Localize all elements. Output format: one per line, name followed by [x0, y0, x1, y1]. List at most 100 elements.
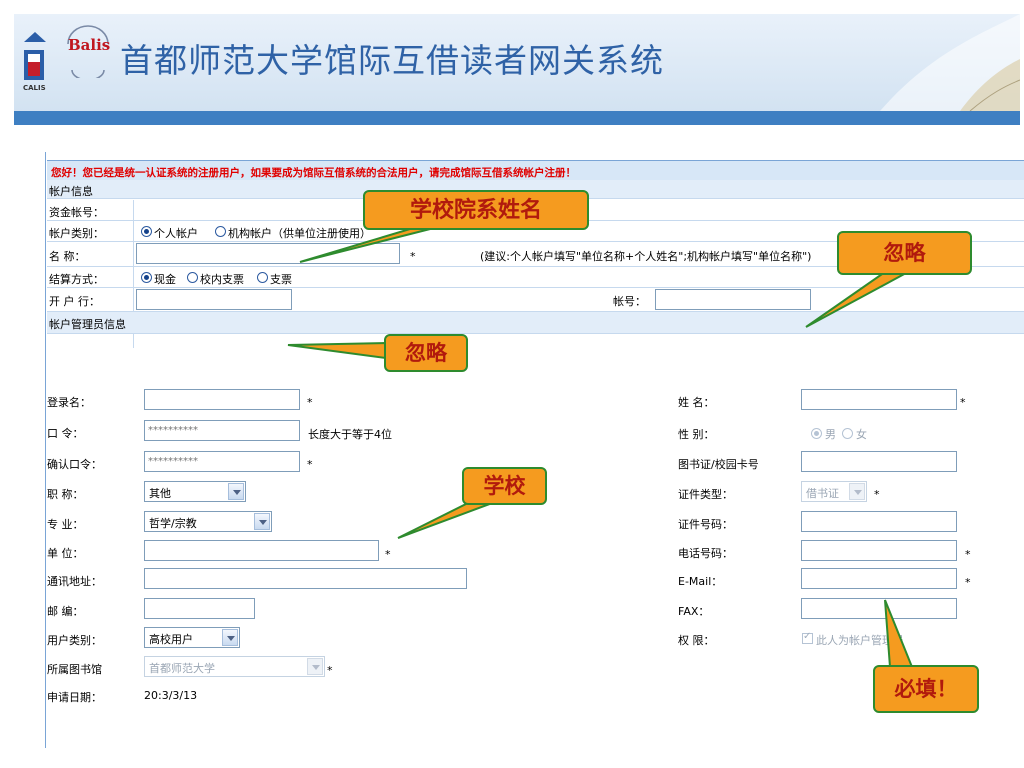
- password-hint: 长度大于等于4位: [308, 428, 392, 441]
- settlement-cash-radio[interactable]: [141, 272, 152, 283]
- zip-input[interactable]: [144, 598, 255, 619]
- page-title: 首都师范大学馆际互借读者网关系统: [120, 41, 664, 80]
- required-mark: *: [960, 396, 966, 409]
- job-title-value: 其他: [149, 487, 171, 500]
- notice-text: 您好！您已经是统一认证系统的注册用户，如果要成为馆际互借系统的合法用户，请完成馆…: [51, 167, 576, 179]
- settlement-campus-check-radio[interactable]: [187, 272, 198, 283]
- settlement-check-radio[interactable]: [257, 272, 268, 283]
- chevron-down-icon: [849, 483, 865, 500]
- library-value: 首都师范大学: [149, 662, 215, 675]
- bank-input[interactable]: [136, 289, 292, 310]
- id-type-label: 证件类型：: [678, 488, 733, 501]
- confirm-password-label: 确认口令：: [47, 458, 102, 471]
- phone-label: 电话号码：: [678, 547, 733, 560]
- library-card-input[interactable]: [801, 451, 957, 472]
- account-type-personal-label: 个人帐户: [154, 227, 198, 240]
- required-mark: *: [874, 488, 880, 501]
- admin-permission-text: 此人为帐户管理员: [816, 634, 904, 647]
- settlement-check-label: 支票: [270, 273, 292, 286]
- library-card-label: 图书证/校园卡号: [678, 458, 759, 471]
- required-mark: *: [307, 458, 313, 471]
- password-input[interactable]: [144, 420, 300, 441]
- bank-account-label: 帐号：: [613, 295, 646, 308]
- calis-logo-icon: [24, 32, 46, 80]
- email-input[interactable]: [801, 568, 957, 589]
- gender-female-radio: [842, 428, 853, 439]
- settlement-label: 结算方式：: [49, 273, 104, 286]
- account-name-input[interactable]: [136, 243, 400, 264]
- gender-label: 性 别：: [678, 428, 715, 441]
- address-input[interactable]: [144, 568, 467, 589]
- major-label: 专 业：: [47, 518, 84, 531]
- fax-input[interactable]: [801, 598, 957, 619]
- chevron-down-icon[interactable]: [222, 629, 238, 646]
- login-name-input[interactable]: [144, 389, 300, 410]
- header-bottom-band: [14, 111, 1020, 125]
- account-type-institution-label: 机构帐户（供单位注册使用）: [228, 227, 371, 240]
- real-name-input[interactable]: [801, 389, 957, 410]
- id-type-select: 借书证: [801, 481, 867, 502]
- bank-account-input[interactable]: [655, 289, 811, 310]
- real-name-label: 姓 名：: [678, 396, 715, 409]
- major-value: 哲学/宗教: [149, 517, 197, 530]
- phone-input[interactable]: [801, 540, 957, 561]
- callout-school: 学校: [462, 467, 547, 505]
- job-title-label: 职 称：: [47, 488, 84, 501]
- account-section-title: 帐户信息: [49, 185, 93, 198]
- chevron-down-icon[interactable]: [254, 513, 270, 530]
- admin-permission-checkbox: [802, 631, 813, 644]
- fax-label: FAX：: [678, 605, 710, 618]
- required-mark: *: [410, 250, 416, 263]
- account-type-institution-radio[interactable]: [215, 226, 226, 237]
- required-mark: *: [965, 576, 971, 589]
- chevron-down-icon: [307, 658, 323, 675]
- balis-logo-text: Balis: [68, 36, 111, 54]
- settlement-cash-label: 现金: [154, 273, 176, 286]
- gender-male-label: 男: [825, 428, 836, 441]
- apply-date-label: 申请日期：: [47, 691, 102, 704]
- settlement-campus-check-label: 校内支票: [200, 273, 244, 286]
- unit-label: 单 位：: [47, 547, 84, 560]
- account-name-hint: (建议:个人帐户填写"单位名称+个人姓名";机构帐户填写"单位名称"): [480, 250, 812, 263]
- gender-male-radio: [811, 428, 822, 439]
- id-number-label: 证件号码：: [678, 518, 733, 531]
- required-mark: *: [307, 396, 313, 409]
- account-name-label: 名 称：: [49, 250, 86, 263]
- callout-required: 必填！: [873, 665, 979, 713]
- fund-account-label: 资金帐号：: [49, 206, 104, 219]
- header-banner: CALIS Balis 首都师范大学馆际互借读者网关系统: [14, 14, 1020, 125]
- user-type-select[interactable]: 高校用户: [144, 627, 240, 648]
- chevron-down-icon[interactable]: [228, 483, 244, 500]
- account-type-personal-radio[interactable]: [141, 226, 152, 237]
- admin-section-heading: 帐户管理员信息: [47, 312, 1024, 334]
- callout-school-dept-name: 学校院系姓名: [363, 190, 589, 230]
- confirm-password-input[interactable]: [144, 451, 300, 472]
- password-label: 口 令：: [47, 427, 84, 440]
- permission-label: 权 限：: [678, 634, 715, 647]
- required-mark: *: [385, 548, 391, 561]
- admin-section-title: 帐户管理员信息: [49, 318, 126, 331]
- decorative-wave-graphic: [880, 14, 1020, 111]
- panel-left-border: [45, 152, 46, 748]
- major-select[interactable]: 哲学/宗教: [144, 511, 272, 532]
- user-type-value: 高校用户: [149, 633, 193, 646]
- callout-ignore-account: 忽略: [837, 231, 972, 275]
- gender-female-label: 女: [856, 428, 867, 441]
- apply-date-value: 20:3/3/13: [144, 689, 198, 702]
- user-type-label: 用户类别：: [47, 634, 102, 647]
- bank-row: 开 户 行： 帐号：: [47, 288, 1024, 312]
- account-type-label: 帐户类别：: [49, 227, 104, 240]
- zip-label: 邮 编：: [47, 605, 84, 618]
- job-title-select[interactable]: 其他: [144, 481, 246, 502]
- address-label: 通讯地址：: [47, 575, 102, 588]
- required-mark: *: [965, 548, 971, 561]
- id-number-input[interactable]: [801, 511, 957, 532]
- callout-ignore-bank: 忽略: [384, 334, 468, 372]
- id-type-value: 借书证: [806, 487, 839, 500]
- library-label: 所属图书馆: [47, 663, 102, 676]
- unit-input[interactable]: [144, 540, 379, 561]
- calis-logo-text: CALIS: [23, 84, 46, 92]
- library-select: 首都师范大学: [144, 656, 325, 677]
- login-name-label: 登录名：: [47, 396, 91, 409]
- email-label: E-Mail：: [678, 575, 723, 588]
